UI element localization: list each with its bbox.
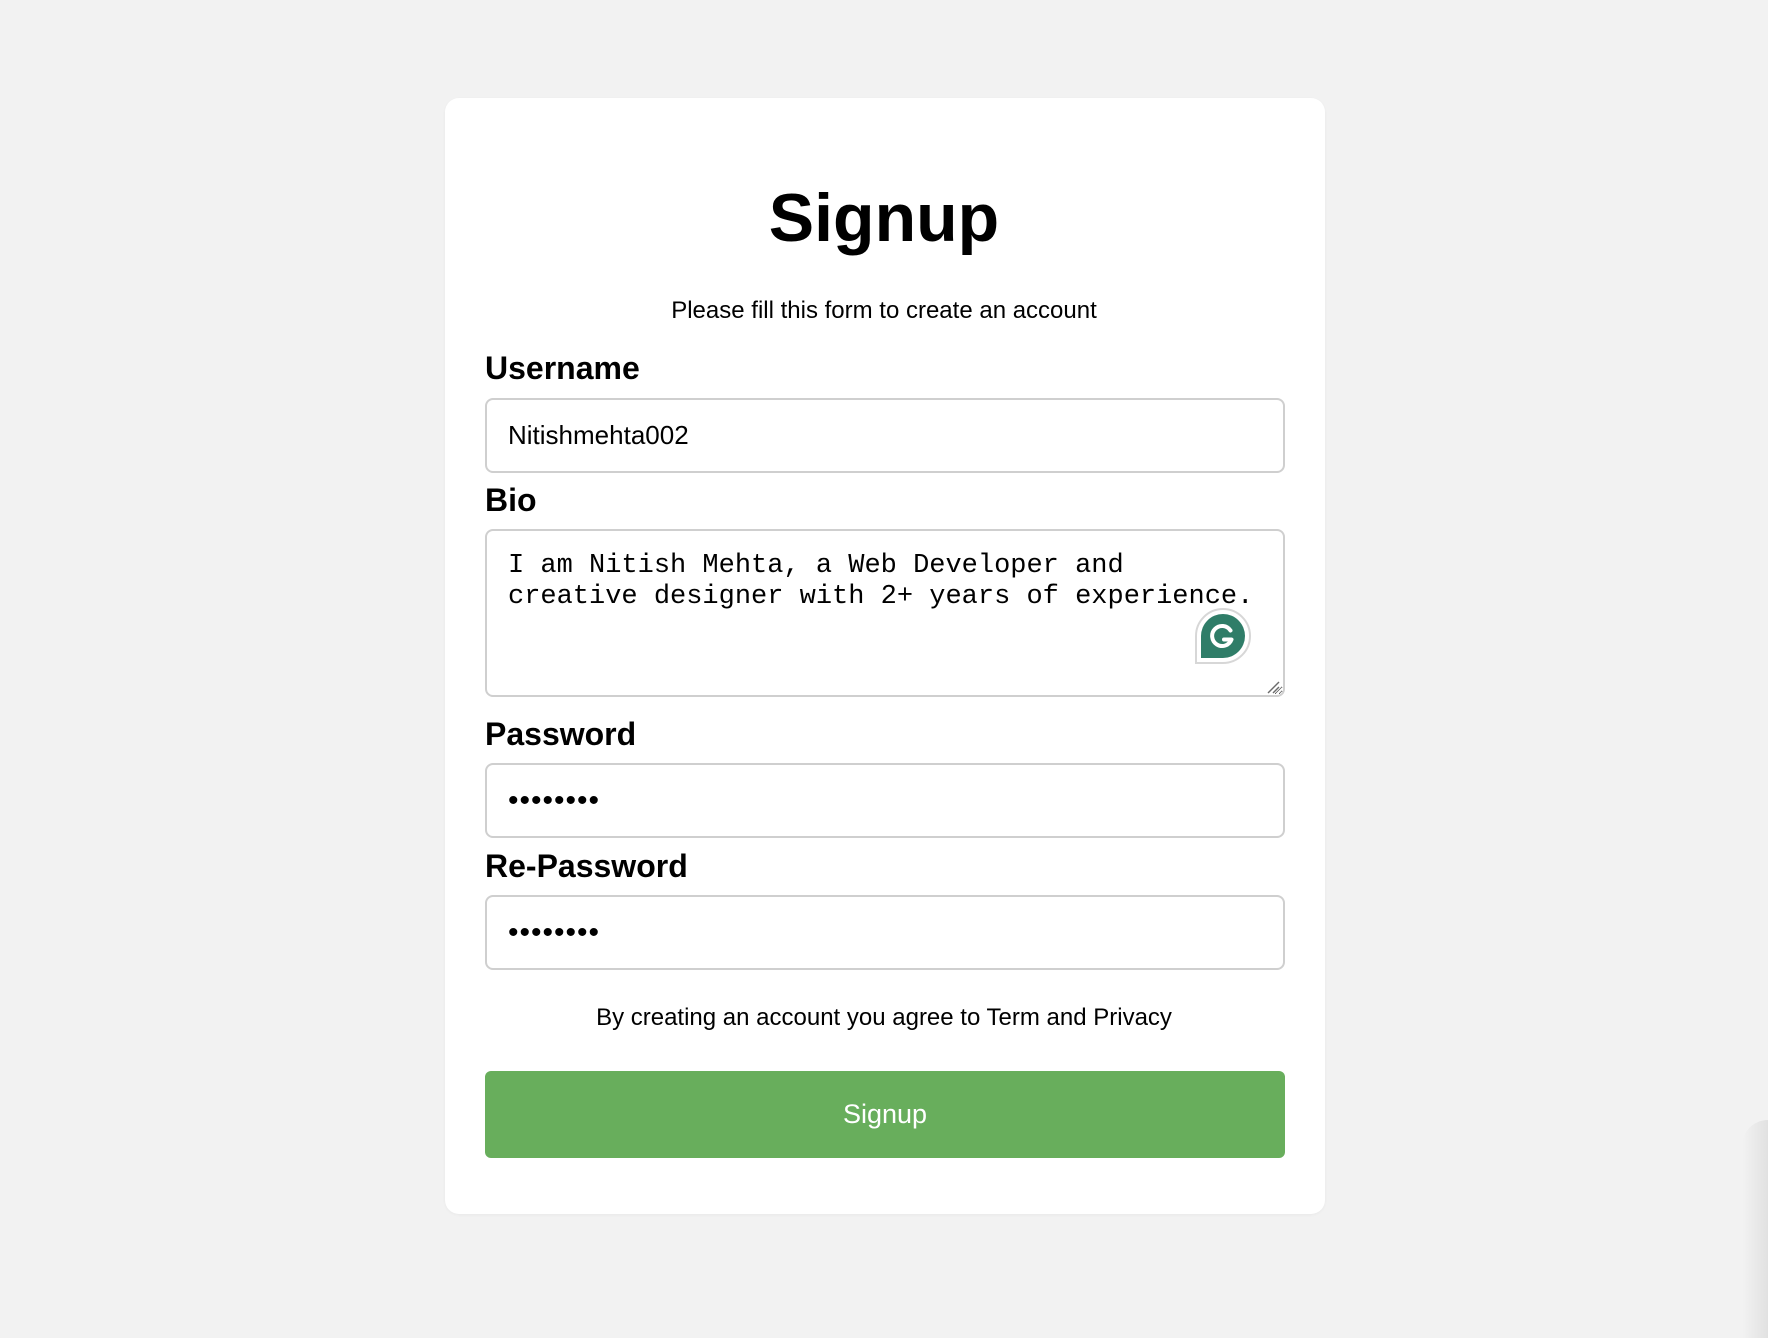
password-input[interactable]: [485, 763, 1285, 838]
username-input[interactable]: [485, 398, 1285, 473]
edge-shadow: [1742, 1120, 1768, 1338]
form-subtitle: Please fill this form to create an accou…: [671, 297, 1097, 324]
signup-button[interactable]: Signup: [485, 1071, 1285, 1158]
terms-text: By creating an account you agree to Term…: [596, 1004, 1172, 1031]
re-password-label: Re-Password: [485, 848, 688, 884]
grammarly-g-icon: [1210, 623, 1234, 648]
password-label: Password: [485, 716, 637, 752]
resize-handle-icon[interactable]: [1266, 680, 1280, 694]
page-title: Signup: [768, 180, 1000, 256]
bio-label: Bio: [485, 482, 537, 518]
bio-textarea[interactable]: I am Nitish Mehta, a Web Developer and c…: [485, 529, 1285, 697]
grammarly-icon[interactable]: [1195, 608, 1251, 664]
re-password-input[interactable]: [485, 895, 1285, 970]
username-label: Username: [485, 350, 640, 386]
grammarly-icon-badge: [1201, 614, 1245, 658]
